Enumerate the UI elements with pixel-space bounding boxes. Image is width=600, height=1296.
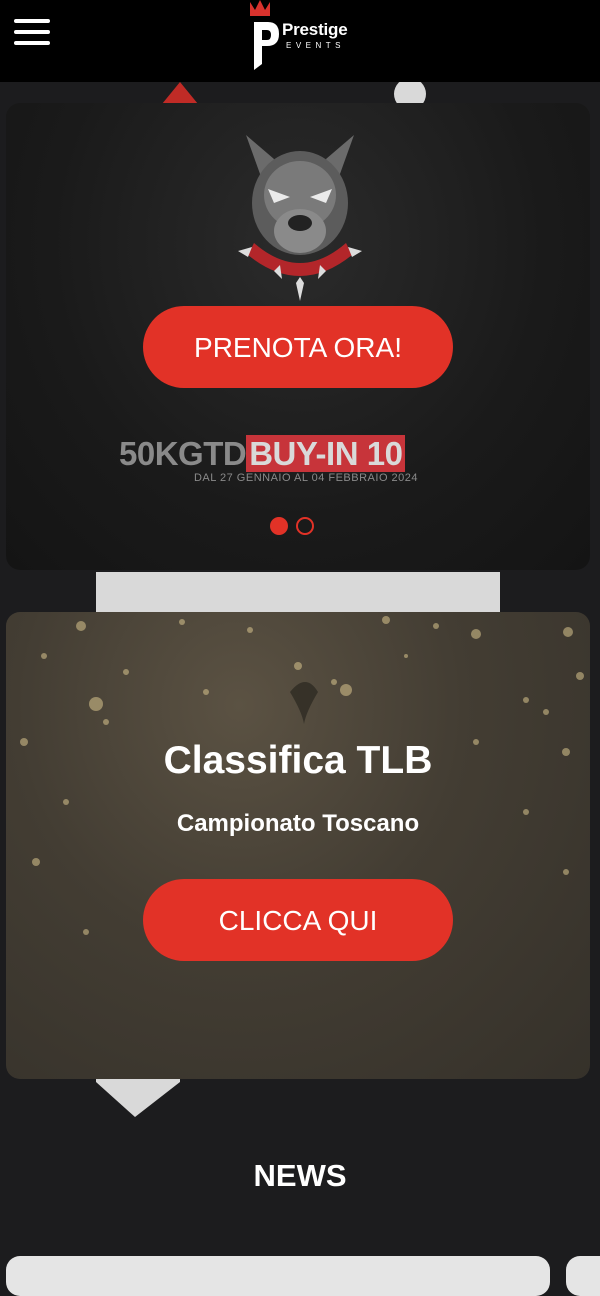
crown-p-icon [250,0,279,70]
sparkle-background [20,616,584,935]
app-header: Prestige EVENTS [0,0,600,82]
promo-headline: 50KGTDBUY-IN 10 [119,435,406,472]
promo-guarantee: 50KGTD [119,435,247,472]
news-section-title: NEWS [253,1158,347,1193]
logo-name: Prestige [282,20,348,39]
news-card[interactable] [6,1256,550,1296]
hero-carousel[interactable]: PRENOTA ORA! 50KGTDBUY-IN 10 DAL 27 GENN… [6,103,590,570]
pitbull-mascot-icon [238,135,362,301]
logo-subtitle: EVENTS [286,41,346,50]
promo-dates: DAL 27 GENNAIO AL 04 FEBBRAIO 2024 [193,472,419,484]
ranking-title: Classifica TLB [163,739,433,782]
news-card[interactable] [566,1256,600,1296]
brand-logo[interactable]: Prestige EVENTS [246,0,356,72]
book-now-button[interactable]: PRENOTA ORA! [143,306,453,388]
click-here-button[interactable]: CLICCA QUI [143,879,453,961]
carousel-dot-2[interactable] [296,517,314,535]
promo-buyin: BUY-IN 10 [246,435,406,472]
ranking-card: Classifica TLB Campionato Toscano CLICCA… [6,612,590,1079]
ranking-subtitle: Campionato Toscano [176,810,420,837]
carousel-dot-1[interactable] [270,517,288,535]
menu-icon[interactable] [12,15,52,49]
